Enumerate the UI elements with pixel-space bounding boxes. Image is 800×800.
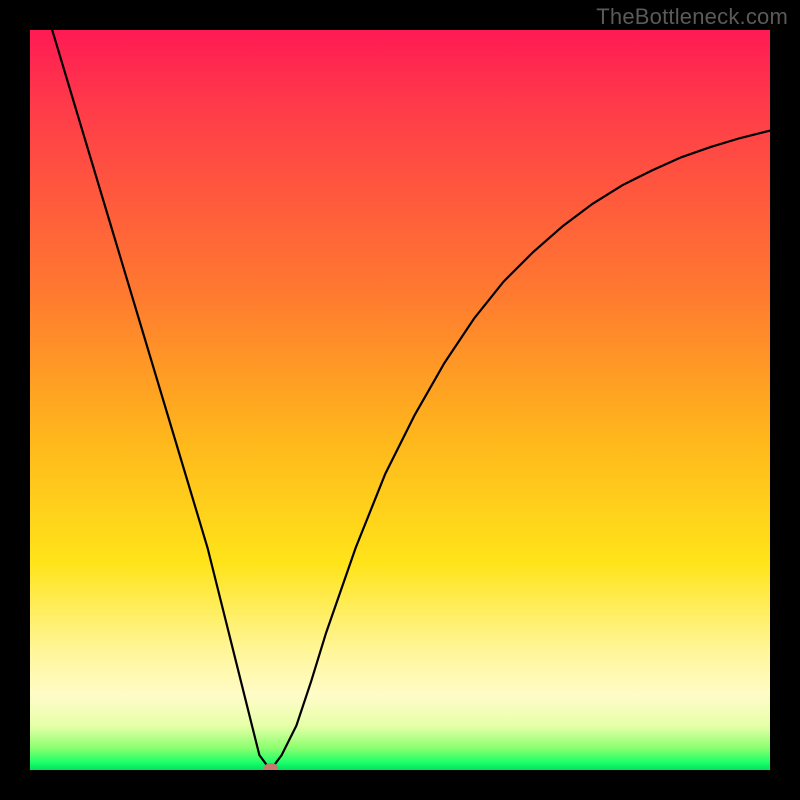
minimum-marker	[264, 763, 278, 770]
curve-svg	[30, 30, 770, 770]
watermark-text: TheBottleneck.com	[596, 4, 788, 30]
bottleneck-curve	[30, 30, 770, 770]
plot-area	[30, 30, 770, 770]
